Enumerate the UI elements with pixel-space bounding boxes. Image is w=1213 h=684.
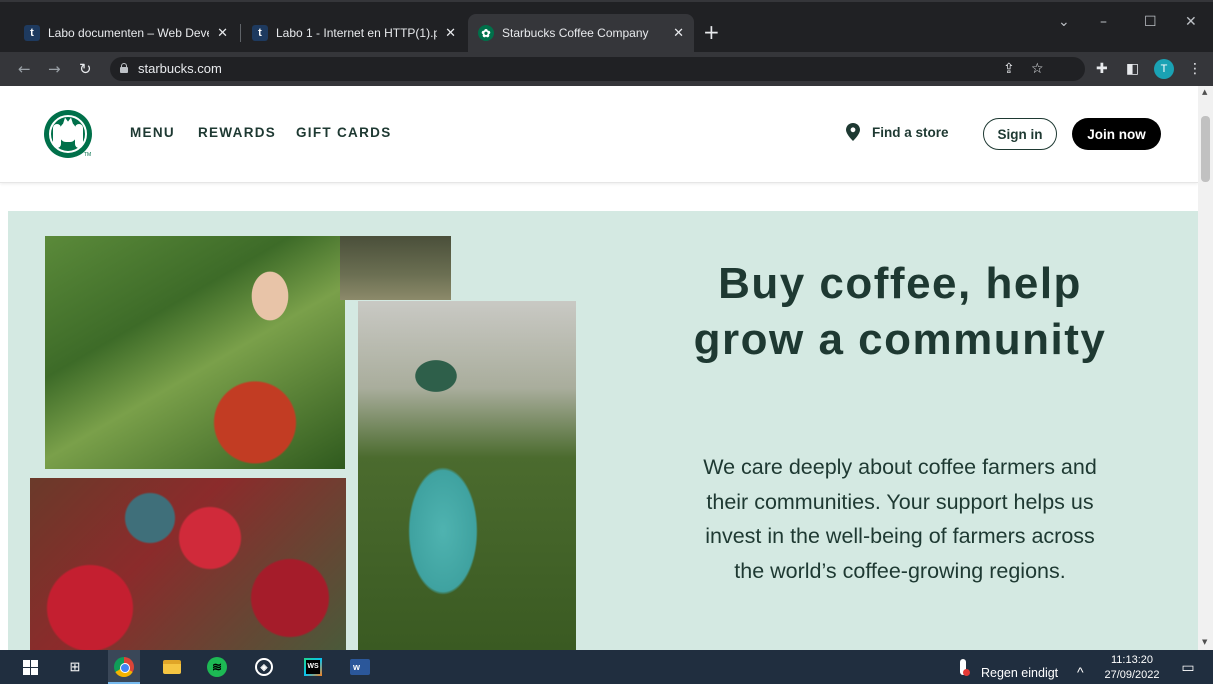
farmer-woman-headscarf-photo	[45, 236, 345, 469]
bookmark-star-icon[interactable]: ☆	[1031, 60, 1044, 78]
webstorm-icon[interactable]: WS	[301, 655, 325, 679]
browser-titlebar: t Labo documenten – Web Develo ✕ t Labo …	[0, 0, 1213, 52]
kebab-menu-icon[interactable]: ⋮	[1188, 60, 1202, 78]
scroll-down-arrow-icon[interactable]: ▼	[1202, 638, 1207, 646]
nav-gift-cards[interactable]: GIFT CARDS	[296, 125, 392, 140]
tab-search-chevron-icon[interactable]: ⌄	[1058, 14, 1070, 30]
coffee-cherries-baskets-photo	[30, 478, 346, 650]
tab-title: Labo documenten – Web Develo	[48, 26, 210, 40]
scroll-up-arrow-icon[interactable]: ▲	[1202, 88, 1207, 96]
url-text[interactable]: starbucks.com	[138, 61, 222, 76]
tab-starbucks[interactable]: ✿ Starbucks Coffee Company ✕	[468, 14, 694, 52]
tab-title: Labo 1 - Internet en HTTP(1).pdf	[276, 26, 438, 40]
profile-avatar[interactable]: T	[1154, 59, 1174, 79]
chrome-taskbar-icon[interactable]	[112, 655, 136, 679]
starbucks-logo[interactable]: TM	[44, 110, 92, 158]
site-header: TM MENU REWARDS GIFT CARDS Find a store …	[0, 86, 1198, 183]
new-tab-icon[interactable]: +	[703, 22, 720, 42]
tray-expand-chevron-icon[interactable]: ^	[1077, 664, 1084, 680]
tab-labo-1-pdf[interactable]: t Labo 1 - Internet en HTTP(1).pdf ✕	[242, 14, 466, 52]
farm-shelter-photo	[340, 236, 451, 300]
sign-in-button[interactable]: Sign in	[983, 118, 1057, 150]
browser-toolbar: ← → ↻ starbucks.com ⇪ ☆ ✚ ◧ ⋮	[0, 52, 1213, 86]
close-window-icon[interactable]: ✕	[1185, 14, 1197, 30]
notifications-icon[interactable]: ▭	[1176, 655, 1200, 679]
windows-start-icon[interactable]	[18, 655, 42, 679]
system-clock[interactable]: 11:13:20 27/09/2022	[1100, 653, 1164, 683]
join-now-button[interactable]: Join now	[1072, 118, 1161, 150]
scrollbar-thumb[interactable]	[1201, 116, 1210, 182]
minimize-icon[interactable]: –	[1100, 14, 1107, 30]
side-panel-icon[interactable]: ◧	[1126, 60, 1139, 78]
tab-favicon-icon: t	[252, 25, 268, 41]
tab-labo-documenten[interactable]: t Labo documenten – Web Develo ✕	[14, 14, 238, 52]
extensions-puzzle-icon[interactable]: ✚	[1096, 60, 1108, 78]
unity-icon[interactable]: ◈	[252, 655, 276, 679]
lock-icon[interactable]	[120, 63, 128, 73]
hero-title: Buy coffee, help grow a community	[693, 259, 1107, 364]
tab-title: Starbucks Coffee Company	[502, 26, 649, 40]
starbucks-favicon-icon: ✿	[478, 25, 494, 41]
hero-description: We care deeply about coffee farmers and …	[703, 455, 1097, 583]
nav-menu[interactable]: MENU	[130, 125, 175, 140]
close-tab-icon[interactable]: ✕	[217, 25, 228, 41]
tab-favicon-icon: t	[24, 25, 40, 41]
close-tab-icon[interactable]: ✕	[445, 25, 456, 41]
windows-taskbar: ⊞ ≋ ◈ WS w Regen eindigt ^ ▭	[0, 650, 1213, 684]
location-pin-icon	[846, 123, 860, 141]
address-bar[interactable]: starbucks.com ⇪ ☆	[110, 57, 1085, 81]
page-scrollbar[interactable]: ▲ ▼	[1198, 86, 1213, 650]
nav-rewards[interactable]: REWARDS	[198, 125, 276, 140]
maximize-icon[interactable]: ☐	[1144, 14, 1157, 30]
file-explorer-icon[interactable]	[160, 655, 184, 679]
clock-date: 27/09/2022	[1104, 669, 1160, 681]
window-top-edge	[0, 0, 1213, 2]
forward-arrow-icon[interactable]: →	[48, 60, 61, 78]
clock-time: 11:13:20	[1110, 654, 1153, 666]
find-a-store-label: Find a store	[872, 124, 949, 140]
task-view-icon[interactable]: ⊞	[63, 655, 87, 679]
close-tab-icon[interactable]: ✕	[673, 25, 684, 41]
spotify-icon[interactable]: ≋	[205, 655, 229, 679]
weather-rain-icon[interactable]	[955, 655, 971, 679]
weather-status[interactable]: Regen eindigt	[981, 666, 1058, 680]
tab-separator	[240, 24, 241, 42]
share-icon[interactable]: ⇪	[1003, 60, 1015, 78]
word-icon[interactable]: w	[348, 655, 372, 679]
back-arrow-icon[interactable]: ←	[18, 60, 31, 78]
reload-icon[interactable]: ↻	[79, 60, 92, 78]
find-a-store-link[interactable]: Find a store	[846, 123, 949, 141]
farmer-woman-green-hat-photo	[358, 301, 576, 650]
